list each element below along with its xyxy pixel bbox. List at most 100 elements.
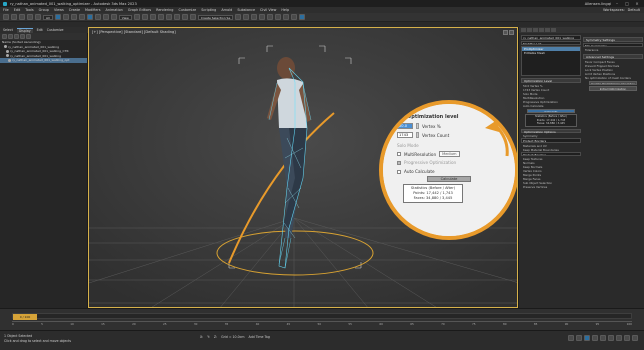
create-tab-icon[interactable] xyxy=(521,28,526,32)
add-time-tag[interactable]: Add Time Tag xyxy=(248,335,269,339)
filter-cameras-icon[interactable] xyxy=(20,34,25,39)
menu-civil-view[interactable]: Civil View xyxy=(260,8,276,12)
no-opt-borders-checkbox[interactable]: No optimization of mesh borders xyxy=(583,76,643,80)
menu-tools[interactable]: Tools xyxy=(25,8,33,12)
viewport-label[interactable]: [+] [Perspective] [Standard] [Default Sh… xyxy=(92,30,176,34)
percent-snap-icon[interactable] xyxy=(173,14,180,20)
select-by-name-icon[interactable] xyxy=(62,14,69,20)
progressive-checkbox[interactable] xyxy=(397,160,401,165)
hierarchy-tab-icon[interactable] xyxy=(533,28,538,32)
material-editor-icon[interactable] xyxy=(275,14,282,20)
workspace-selector[interactable]: Workspaces: Default xyxy=(603,8,640,12)
viewport-config-icon[interactable] xyxy=(509,30,514,35)
menu-edit[interactable]: Edit xyxy=(14,8,21,12)
curve-editor-icon[interactable] xyxy=(259,14,266,20)
viewport-maximize-icon[interactable] xyxy=(503,30,508,35)
x-coordinate-label[interactable]: X: xyxy=(200,335,203,339)
menu-scripting[interactable]: Scripting xyxy=(201,8,216,12)
filter-geometry-icon[interactable] xyxy=(2,34,7,39)
tab-select[interactable]: Select xyxy=(3,28,13,32)
schematic-view-icon[interactable] xyxy=(267,14,274,20)
render-frame-icon[interactable] xyxy=(291,14,298,20)
filter-helpers-icon[interactable] xyxy=(26,34,31,39)
zoom-icon[interactable] xyxy=(608,335,614,341)
multires-level-dropdown[interactable]: Medium xyxy=(439,151,460,157)
render-production-icon[interactable] xyxy=(299,14,306,20)
minimize-icon[interactable]: – xyxy=(613,1,621,6)
link-icon[interactable] xyxy=(19,14,25,20)
menu-views[interactable]: Views xyxy=(54,8,64,12)
manipulate-icon[interactable] xyxy=(141,14,148,20)
restore-button[interactable]: Initial Optimization xyxy=(589,86,637,91)
visibility-eye-icon[interactable] xyxy=(6,54,9,58)
symmetry-settings-rollout[interactable]: Symmetry Settings xyxy=(583,37,643,42)
calculate-button[interactable]: Calculate xyxy=(527,108,575,113)
play-icon[interactable] xyxy=(584,335,590,341)
go-to-end-icon[interactable] xyxy=(600,335,606,341)
visibility-eye-icon[interactable] xyxy=(8,58,11,62)
menu-help[interactable]: Help xyxy=(281,8,289,12)
menu-group[interactable]: Group xyxy=(39,8,49,12)
select-and-rotate-icon[interactable] xyxy=(94,14,101,20)
motion-tab-icon[interactable] xyxy=(539,28,544,32)
auto-calc-checkbox[interactable] xyxy=(397,169,401,174)
multires-checkbox[interactable] xyxy=(397,152,401,156)
workspace-value[interactable]: Default xyxy=(628,8,640,12)
maximize-icon[interactable]: □ xyxy=(623,1,631,6)
z-coordinate-label[interactable]: Z: xyxy=(214,335,217,339)
menu-create[interactable]: Create xyxy=(69,8,80,12)
select-and-move-icon[interactable] xyxy=(86,14,93,20)
render-setup-icon[interactable] xyxy=(283,14,290,20)
menu-rendering[interactable]: Rendering xyxy=(156,8,173,12)
keyboard-shortcut-icon[interactable] xyxy=(149,14,156,20)
window-crossing-icon[interactable] xyxy=(78,14,85,20)
vertex-count-value[interactable]: 1743 xyxy=(523,88,530,92)
symmetry-dropdown[interactable]: Protect Borders xyxy=(521,138,581,143)
modifier-list-dropdown[interactable]: Modifier List xyxy=(521,40,581,45)
menu-substance[interactable]: Substance xyxy=(237,8,255,12)
menu-file[interactable]: File xyxy=(3,8,9,12)
rectangle-selection-icon[interactable] xyxy=(70,14,77,20)
tab-edit[interactable]: Edit xyxy=(37,28,43,32)
time-slider-thumb[interactable]: 0 / 100 xyxy=(13,314,37,320)
preserve-vertices-checkbox[interactable]: Preserve Vertices xyxy=(521,185,581,189)
timeline-ruler[interactable]: 0 5 10 15 20 25 30 35 40 45 50 55 60 65 … xyxy=(12,321,632,328)
advanced-settings-rollout[interactable]: Advanced Settings xyxy=(583,54,643,59)
angle-snap-icon[interactable] xyxy=(165,14,172,20)
selection-filter-dropdown[interactable]: All xyxy=(43,14,53,20)
go-to-start-icon[interactable] xyxy=(568,335,574,341)
previous-frame-icon[interactable] xyxy=(576,335,582,341)
optimization-options-rollout[interactable]: Optimization Options xyxy=(521,128,581,133)
vertex-count-input[interactable]: 1743 xyxy=(397,132,413,138)
close-icon[interactable]: × xyxy=(633,1,641,6)
menu-customize[interactable]: Customize xyxy=(178,8,196,12)
undo-icon[interactable] xyxy=(3,14,9,20)
display-tab-icon[interactable] xyxy=(545,28,550,32)
menu-modifiers[interactable]: Modifiers xyxy=(85,8,100,12)
spinner-snap-icon[interactable] xyxy=(181,14,188,20)
vertex-percent-spinner[interactable] xyxy=(416,123,419,129)
update-button[interactable]: Update ProOptimizer Checkbox xyxy=(589,80,637,85)
menu-animation[interactable]: Animation xyxy=(106,8,123,12)
calculate-button[interactable]: Calculate xyxy=(427,176,471,182)
align-icon[interactable] xyxy=(243,14,250,20)
optimization-level-rollout[interactable]: Optimization Level xyxy=(521,78,581,83)
snaps-toggle-icon[interactable] xyxy=(157,14,164,20)
select-and-place-icon[interactable] xyxy=(110,14,117,20)
named-selection-dropdown[interactable]: Create Selection Se xyxy=(197,14,234,20)
perspective-viewport[interactable]: [+] [Perspective] [Standard] [Default Sh… xyxy=(88,27,518,308)
maximize-viewport-icon[interactable] xyxy=(632,335,638,341)
user-name[interactable]: Allensen.lingqi xyxy=(585,2,611,6)
layer-explorer-icon[interactable] xyxy=(251,14,258,20)
next-frame-icon[interactable] xyxy=(592,335,598,341)
time-slider-track[interactable]: 0 / 100 xyxy=(12,313,632,320)
reference-coordinate-dropdown[interactable]: View xyxy=(118,14,132,20)
orbit-icon[interactable] xyxy=(624,335,630,341)
object-name-field[interactable]: ry_nathan_animated_001_walking xyxy=(521,35,581,40)
modifier-stack-item[interactable]: Editable Mesh xyxy=(522,51,580,55)
unlink-icon[interactable] xyxy=(27,14,33,20)
edit-named-selection-icon[interactable] xyxy=(189,14,196,20)
utilities-tab-icon[interactable] xyxy=(551,28,556,32)
modify-tab-icon[interactable] xyxy=(527,28,532,32)
visibility-eye-icon[interactable] xyxy=(4,45,7,49)
